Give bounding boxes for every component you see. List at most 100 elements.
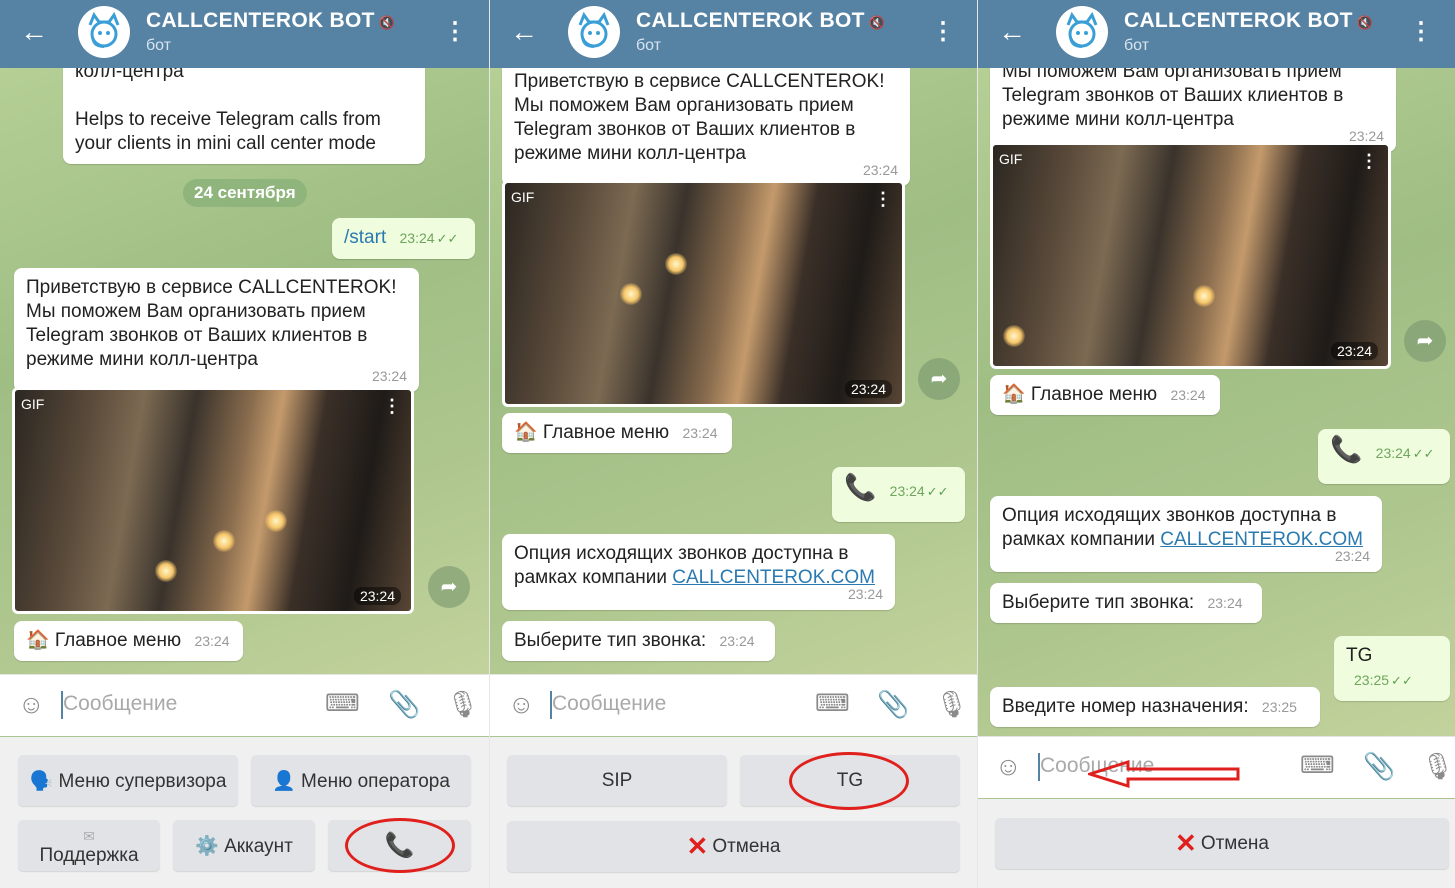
message-time: 23:24 [889,483,925,499]
message-text: 🏠 Главное меню [514,422,670,443]
gif-message[interactable]: GIF ⋮ 23:24 [12,387,414,614]
operator-menu-button[interactable]: 👤 Меню оператора [251,755,471,806]
chat-subtitle: бот [1124,37,1150,54]
read-ticks-icon: ✓✓ [436,231,459,246]
chat-subtitle: бот [146,37,172,54]
keyboard-icon[interactable]: ⌨ [1300,751,1335,781]
back-arrow-icon[interactable]: ← [510,18,538,46]
bot-avatar[interactable] [1056,6,1108,58]
bot-avatar[interactable] [568,6,620,58]
highlight-circle [789,752,909,810]
microphone-icon[interactable]: 🎙 [1421,751,1454,781]
keyboard-icon[interactable]: ⌨ [325,689,360,719]
emoji-icon[interactable]: ☺ [18,689,45,719]
message-input[interactable]: Сообщение [552,692,666,716]
message-text: 🏠 Главное меню [26,630,182,651]
gif-label: GIF [511,189,535,205]
phone-icon: 📞 [1330,434,1363,464]
envelope-icon: ✉ [83,827,95,844]
bot-keyboard: SIP TG ✕ Отмена [490,737,977,888]
message-time: 23:24 [194,633,230,649]
forward-icon[interactable]: ➦ [1404,320,1446,362]
forward-icon[interactable]: ➦ [918,358,960,400]
message-text: Введите номер назначения: [1002,696,1249,717]
gif-label: GIF [21,396,45,412]
bot-keyboard: ✕ Отмена [978,799,1455,888]
lamp [155,560,177,582]
chat-header: ← CALLCENTEROK BOT 🔇 бот ⋮ [490,0,977,68]
back-arrow-icon[interactable]: ← [20,18,48,46]
highlight-circle [345,818,455,873]
keyboard-icon[interactable]: ⌨ [815,689,850,719]
chat-title: CALLCENTEROK BOT 🔇 [636,9,885,33]
cancel-label: Отмена [712,835,781,857]
headset-bot-icon [578,11,610,48]
welcome-message: Приветствую в сервисе CALLCENTEROK! Мы п… [14,268,419,392]
screenshot-collage: колл-центра Helps to receive Telegram ca… [0,0,1455,888]
website-link[interactable]: CALLCENTEROK.COM [1160,529,1363,550]
microphone-icon[interactable]: 🎙 [935,689,968,719]
chat-title: CALLCENTEROK BOT 🔇 [146,9,395,33]
more-vert-icon[interactable]: ⋮ [1409,20,1433,44]
chat-title-text: CALLCENTEROK BOT [1124,9,1353,32]
read-ticks-icon: ✓✓ [1412,446,1435,461]
bot-avatar[interactable] [78,6,130,58]
forward-icon[interactable]: ➦ [428,566,470,608]
message-text: Мы поможем Вам организовать прием Telegr… [1002,68,1344,130]
back-arrow-icon[interactable]: ← [998,18,1026,46]
gif-message[interactable]: GIF ⋮ 23:24 [990,142,1391,369]
message-text: Приветствую в сервисе CALLCENTEROK! Мы п… [514,71,885,164]
date-badge: 24 сентября [183,179,307,207]
more-icon[interactable]: ⋮ [874,189,892,210]
chat-title-text: CALLCENTEROK BOT [146,9,375,32]
more-icon[interactable]: ⋮ [1360,151,1378,172]
more-icon[interactable]: ⋮ [383,396,401,417]
message-text: TG [1346,645,1373,666]
cross-icon: ✕ [686,831,709,861]
message-time: 23:24 [1375,445,1411,461]
emoji-icon[interactable]: ☺ [508,689,535,719]
message-text: Выберите тип звонка: [514,630,707,651]
message-input[interactable]: Сообщение [63,692,177,716]
microphone-icon[interactable]: 🎙 [446,689,479,719]
gif-label: GIF [999,151,1023,167]
chat-title: CALLCENTEROK BOT 🔇 [1124,9,1373,33]
chat-area[interactable]: Мы поможем Вам организовать прием Telegr… [978,68,1455,736]
attach-icon[interactable]: 📎 [388,689,420,719]
lamp [620,283,642,305]
more-vert-icon[interactable]: ⋮ [931,20,955,44]
chat-title-text: CALLCENTEROK BOT [636,9,865,32]
support-button[interactable]: ✉ Поддержка [18,820,160,871]
chat-area[interactable]: колл-центра Helps to receive Telegram ca… [0,68,489,674]
lamp [213,530,235,552]
chat-screen-2: Приветствую в сервисе CALLCENTEROK! Мы п… [490,0,977,888]
headset-bot-icon [88,11,120,48]
message-input-bar: ☺ Сообщение ⌨ 📎 🎙 [0,674,489,736]
cancel-button[interactable]: ✕ Отмена [507,821,960,872]
account-button[interactable]: ⚙️ Аккаунт [173,820,315,871]
attach-icon[interactable]: 📎 [1363,751,1395,781]
sip-button[interactable]: SIP [507,755,727,806]
message-time: 23:24 [682,425,718,441]
welcome-message: Приветствую в сервисе CALLCENTEROK! Мы п… [502,68,910,186]
chat-subtitle: бот [636,37,662,54]
emoji-icon[interactable]: ☺ [995,751,1022,781]
lamp [1193,285,1215,307]
website-link[interactable]: CALLCENTEROK.COM [672,567,875,588]
chat-header: ← CALLCENTEROK BOT 🔇 бот ⋮ [978,0,1455,68]
chat-screen-1: колл-центра Helps to receive Telegram ca… [0,0,489,888]
command-text[interactable]: /start [344,227,386,248]
message-text: Приветствую в сервисе CALLCENTEROK! Мы п… [26,277,397,370]
gif-message[interactable]: GIF ⋮ 23:24 [502,180,905,407]
message-time: 23:24 [399,230,435,246]
gif-time: 23:24 [844,380,892,398]
option-message: Опция исходящих звонков доступна в рамка… [990,496,1382,572]
chat-area[interactable]: Приветствую в сервисе CALLCENTEROK! Мы п… [490,68,977,674]
read-ticks-icon: ✓✓ [1391,673,1413,688]
more-vert-icon[interactable]: ⋮ [443,20,467,44]
attach-icon[interactable]: 📎 [877,689,909,719]
lamp [665,253,687,275]
supervisor-menu-button[interactable]: 🗣️ Меню супервизора [18,755,238,806]
read-ticks-icon: ✓✓ [926,484,949,499]
cancel-button[interactable]: ✕ Отмена [995,818,1449,869]
